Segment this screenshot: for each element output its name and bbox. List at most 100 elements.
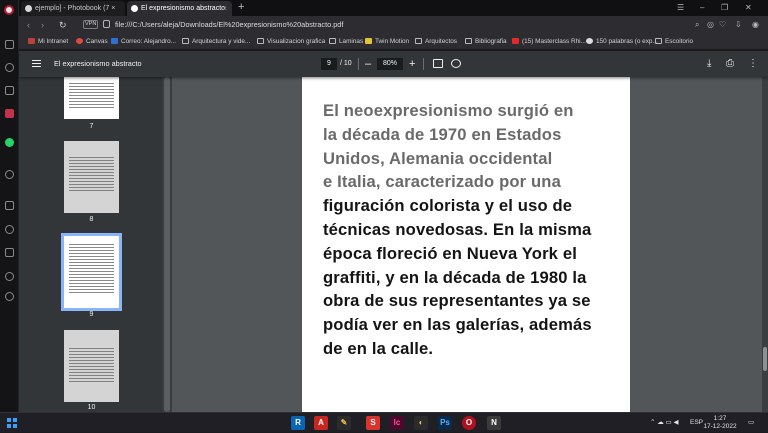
- vpn-badge[interactable]: VPN: [83, 20, 99, 29]
- photoshop-app-icon[interactable]: Ps: [438, 416, 452, 430]
- close-tab-icon[interactable]: ×: [222, 1, 227, 16]
- games-icon[interactable]: [5, 63, 14, 72]
- scrollbar-thumb[interactable]: [164, 77, 170, 412]
- clock[interactable]: 1:27 17-12-2022: [700, 415, 740, 431]
- heart-icon[interactable]: [5, 225, 14, 234]
- maximize-button[interactable]: ❐: [721, 0, 728, 16]
- tab-photobook[interactable]: ejemplo] - Photobook (7 ×: [21, 1, 125, 16]
- tray-icons[interactable]: ⌃ ☁ ▭ ◀: [650, 413, 679, 433]
- player-icon[interactable]: [5, 170, 14, 179]
- download-icon[interactable]: ⇩: [735, 18, 742, 32]
- sketchup-app-icon[interactable]: S: [366, 416, 380, 430]
- camera-icon[interactable]: ◎: [707, 18, 714, 32]
- bookmark-arquitectos[interactable]: Arquitectos: [415, 34, 457, 50]
- thumbnail-number: 8: [89, 216, 94, 223]
- browser-sidebar: [0, 0, 19, 412]
- rotate-icon[interactable]: [451, 59, 461, 68]
- youtube-icon: [512, 38, 519, 44]
- notion-app-icon[interactable]: N: [487, 416, 501, 430]
- opera-logo-icon[interactable]: [4, 5, 14, 15]
- fit-page-icon[interactable]: [433, 59, 443, 68]
- bookmark-label: Correo: Alejandro...: [121, 38, 177, 45]
- bookmark-correo[interactable]: Correo: Alejandro...: [111, 34, 176, 50]
- bookmark-label: Arquitectura y vide...: [192, 38, 251, 45]
- bookmark-label: 150 palabras (o exp...: [596, 38, 658, 45]
- notifications-icon[interactable]: ▭: [748, 413, 754, 433]
- bookmark-twin-motion[interactable]: Twin Motion: [365, 34, 409, 50]
- download-button[interactable]: ⤓: [707, 51, 711, 77]
- scrollbar-thumb[interactable]: [763, 347, 767, 371]
- tab-pdf[interactable]: El expresionismo abstracto ×: [127, 1, 232, 16]
- settings-icon[interactable]: [5, 292, 14, 301]
- url-field[interactable]: file:///C:/Users/aleja/Downloads/El%20ex…: [115, 16, 343, 34]
- bookmark-label: Laminas: [339, 38, 364, 45]
- new-tab-button[interactable]: +: [238, 0, 244, 15]
- twitch-icon[interactable]: [5, 109, 14, 118]
- windows-taskbar: R A ✎ S Ic ◐ Ps O N ⌃ ☁ ▭ ◀ ESP 1:27 17-…: [0, 412, 768, 432]
- clock-date: 17-12-2022: [703, 423, 737, 430]
- apps-icon[interactable]: [5, 201, 14, 210]
- zoom-out-button[interactable]: –: [365, 51, 371, 77]
- address-bar-row: ‹ › ↻ VPN file:///C:/Users/aleja/Downloa…: [19, 16, 768, 34]
- history-icon[interactable]: [5, 248, 14, 257]
- bookmark-label: Arquitectos: [425, 38, 457, 45]
- thumbnail-page-9[interactable]: [61, 233, 122, 311]
- bookmark-visualizacion[interactable]: Visualizacion grafica: [257, 34, 325, 50]
- heart-icon[interactable]: ♡: [719, 18, 726, 32]
- bookmark-escoitorio[interactable]: Escoitorio: [655, 34, 693, 50]
- bookmark-masterclass[interactable]: (15) Masterclass Rhi...: [512, 34, 586, 50]
- pdf-viewer[interactable]: El neoexpresionismo surgió en la década …: [162, 77, 768, 412]
- autocad-app-icon[interactable]: A: [314, 416, 328, 430]
- twinmotion-app-icon[interactable]: ◐: [414, 416, 428, 430]
- opera-app-icon[interactable]: O: [462, 416, 476, 430]
- text-line: El neoexpresionismo surgió en: [323, 101, 574, 120]
- zoom-input[interactable]: 80%: [377, 58, 403, 70]
- pdf-toolbar: El expresionismo abstracto 9 / 10 – 80% …: [19, 51, 768, 77]
- divider: [423, 58, 424, 70]
- easy-setup-icon[interactable]: ☰: [677, 0, 684, 16]
- profile-icon[interactable]: ◉: [752, 18, 759, 32]
- forward-button[interactable]: ›: [41, 18, 44, 32]
- bookmark-label: Escoitorio: [665, 38, 694, 45]
- minimize-button[interactable]: –: [700, 0, 704, 16]
- revit-app-icon[interactable]: R: [291, 416, 305, 430]
- thumbnail-scrollbar[interactable]: [162, 77, 172, 412]
- file-info-icon[interactable]: [103, 20, 110, 28]
- search-icon[interactable]: ⌕: [695, 18, 699, 32]
- thumbnail-page-7[interactable]: [64, 77, 119, 119]
- reload-button[interactable]: ↻: [59, 18, 67, 32]
- home-icon[interactable]: [5, 40, 14, 49]
- zoom-in-button[interactable]: +: [409, 51, 415, 77]
- thumbnail-text: [69, 348, 114, 384]
- thumbnail-number: 10: [87, 404, 96, 411]
- mail-icon: [111, 38, 118, 44]
- print-button[interactable]: ⎙: [726, 51, 734, 77]
- more-actions-button[interactable]: ⋮: [748, 51, 758, 77]
- close-window-button[interactable]: ✕: [745, 0, 752, 16]
- thumbnail-page-8[interactable]: [64, 141, 119, 213]
- intranet-icon: [28, 38, 35, 44]
- menu-icon[interactable]: [32, 60, 41, 67]
- indesign-app-icon[interactable]: Ic: [390, 416, 404, 430]
- back-button[interactable]: ‹: [27, 18, 30, 32]
- bookmark-bibliografia[interactable]: Bibliografia: [465, 34, 507, 50]
- bookmark-mi-intranet[interactable]: Mi Intranet: [28, 34, 68, 50]
- page-number-input[interactable]: 9: [321, 58, 337, 70]
- bag-icon[interactable]: [5, 86, 14, 95]
- bookmark-150-palabras[interactable]: 150 palabras (o exp...: [586, 34, 658, 50]
- pdf-icon: [131, 5, 138, 12]
- bookmark-laminas[interactable]: Laminas: [329, 34, 363, 50]
- cube-icon[interactable]: [5, 272, 14, 281]
- thumbnail-text: [69, 157, 114, 193]
- pencil-app-icon[interactable]: ✎: [337, 416, 351, 430]
- bookmark-canvas[interactable]: Canvas: [76, 34, 108, 50]
- thumbnail-text: [69, 83, 114, 109]
- text-line: técnicas novedosas. En la misma: [323, 219, 592, 239]
- viewer-scrollbar[interactable]: [762, 77, 768, 412]
- bookmark-arquitectura[interactable]: Arquitectura y vide...: [182, 34, 250, 50]
- folder-icon: [182, 38, 189, 44]
- thumbnail-page-10[interactable]: [64, 330, 119, 402]
- windows-start-icon[interactable]: [7, 418, 17, 428]
- text-line: la década de 1970 en Estados: [323, 124, 562, 144]
- whatsapp-icon[interactable]: [5, 138, 14, 147]
